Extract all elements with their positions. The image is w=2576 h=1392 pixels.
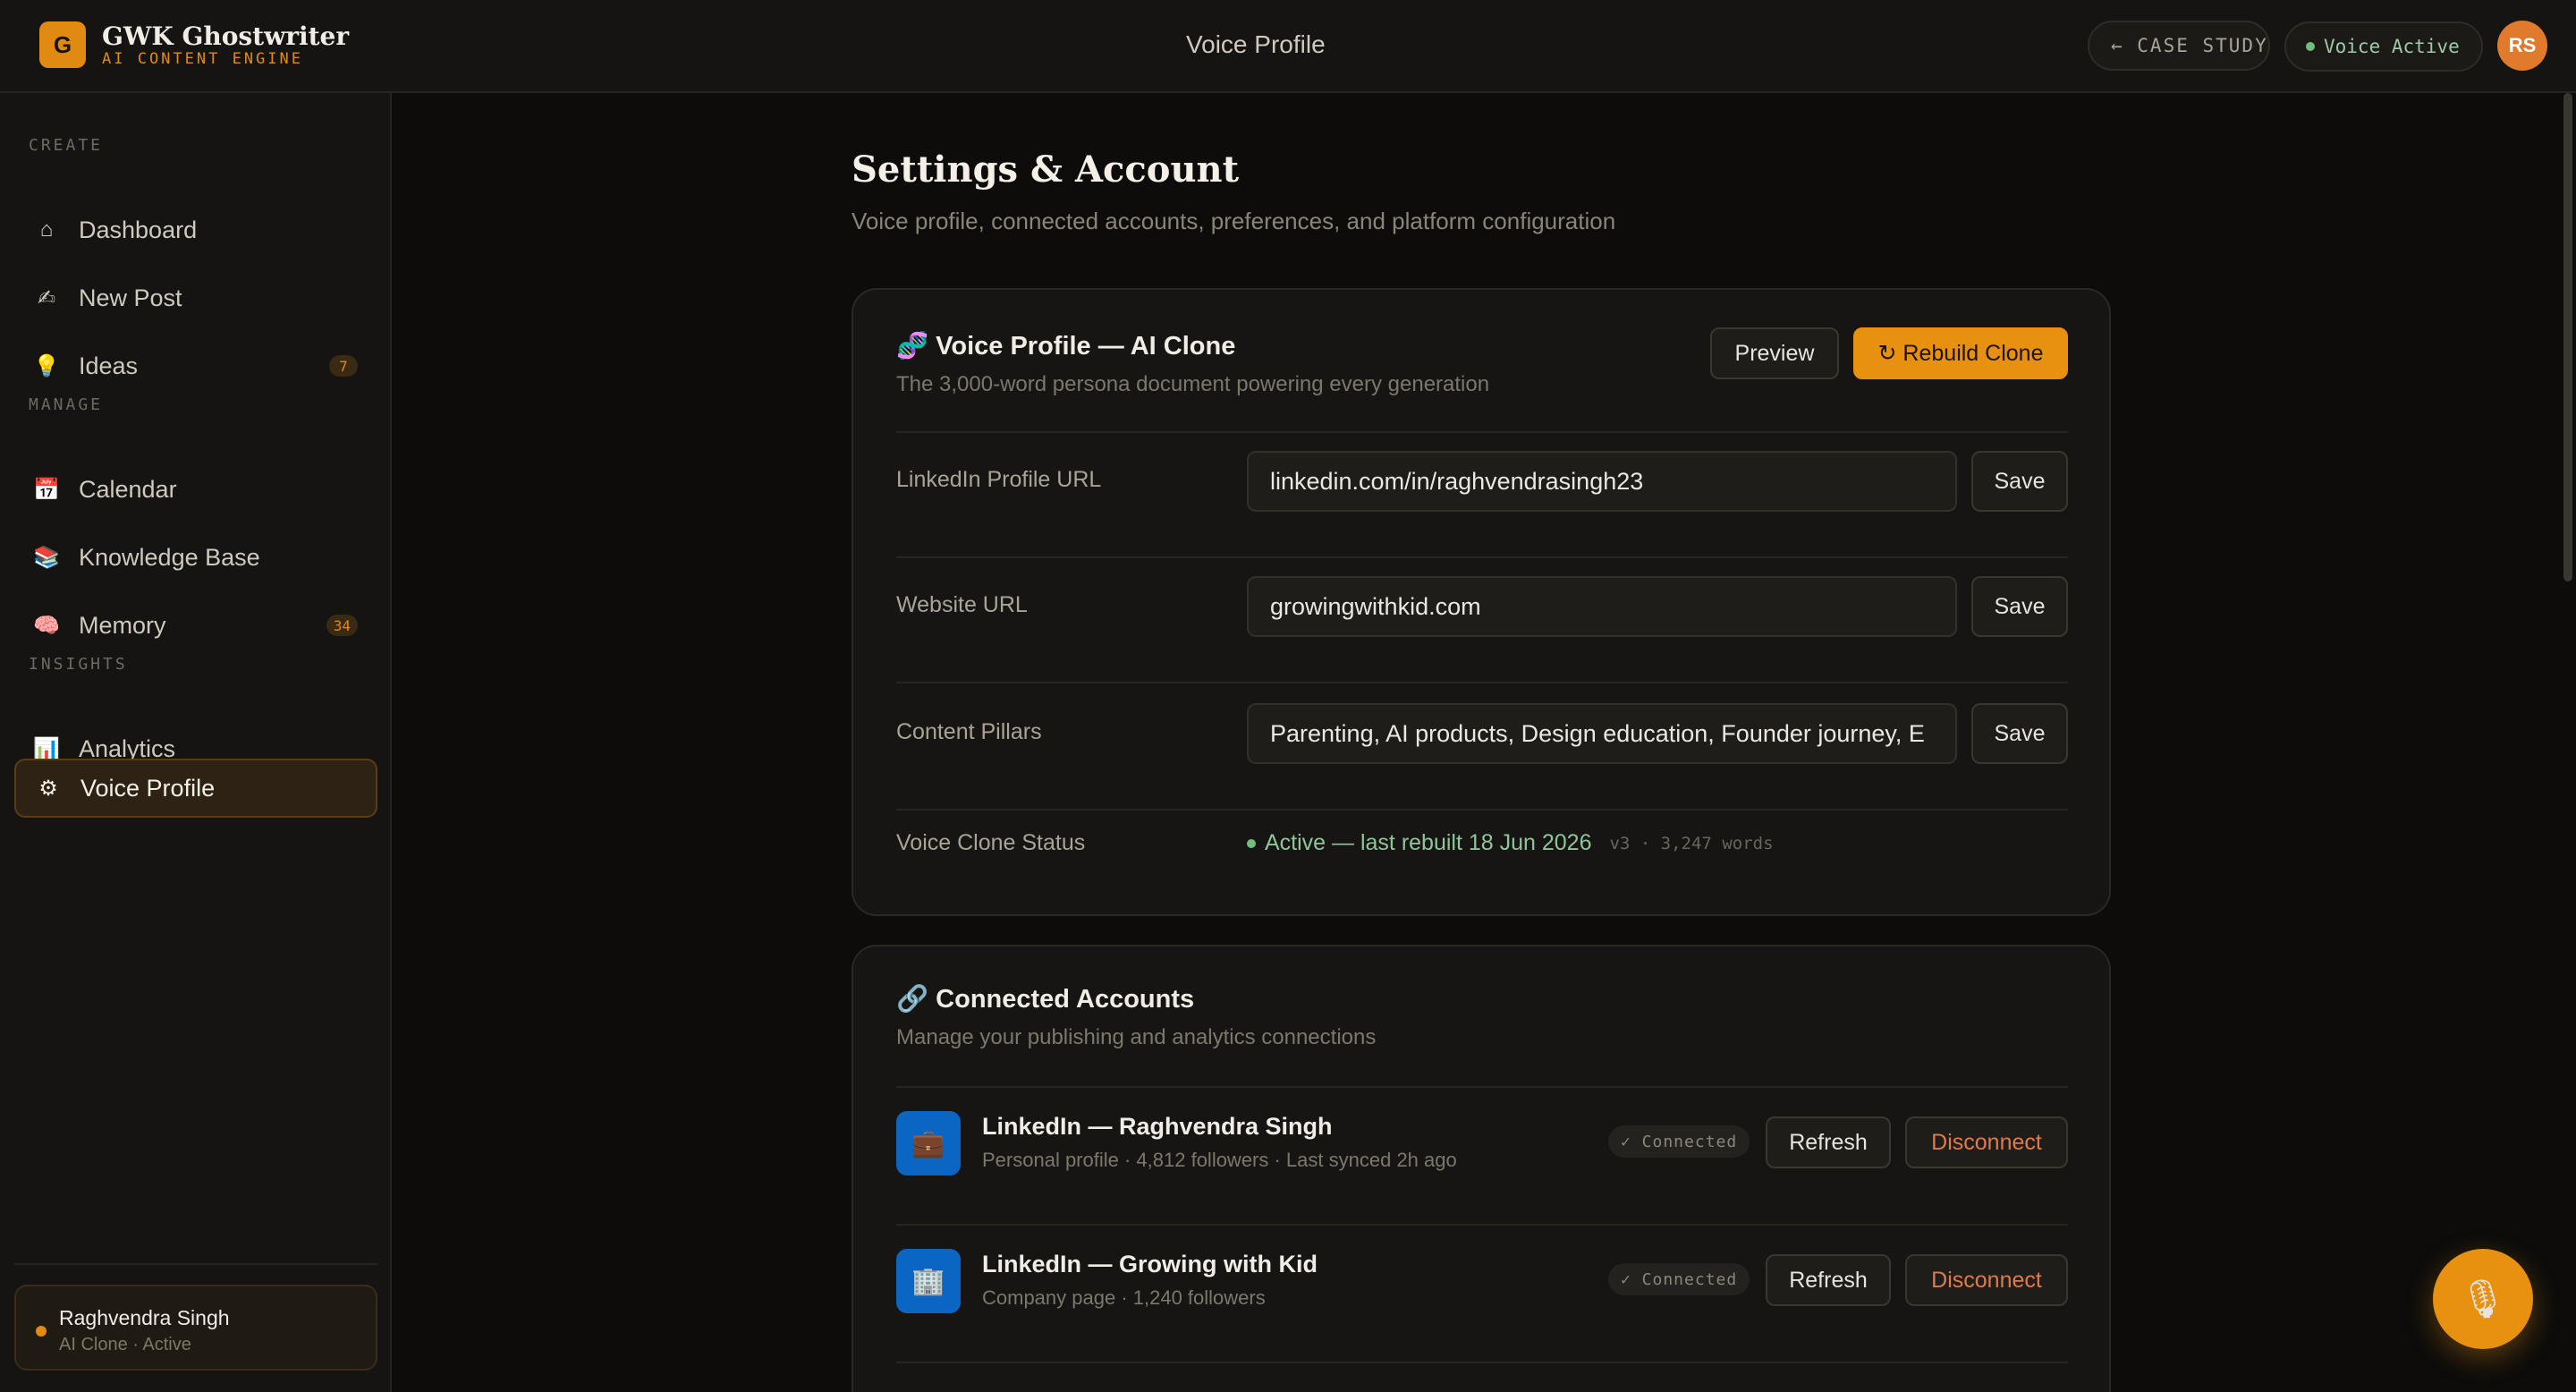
account-meta: Personal profile · 4,812 followers · Las… xyxy=(982,1149,1457,1171)
account-meta: Company page · 1,240 followers xyxy=(982,1286,1266,1309)
page-title: Settings & Account xyxy=(852,149,1240,191)
connected-accounts-card: 🔗 Connected Accounts Manage your publish… xyxy=(852,945,2111,1392)
link-icon: 🔗 xyxy=(896,985,929,1014)
page-header-title: Voice Profile xyxy=(1186,30,1326,58)
sidebar-item-new-post[interactable]: ✍ New Post xyxy=(14,268,377,327)
microphone-icon: 🎙 xyxy=(2459,1277,2507,1320)
case-study-button[interactable]: ← CASE STUDY xyxy=(2088,21,2270,71)
user-card[interactable]: Raghvendra Singh AI Clone · Active xyxy=(14,1285,377,1371)
section-label-manage: MANAGE xyxy=(29,395,104,414)
rebuild-clone-button[interactable]: ↻ Rebuild Clone xyxy=(1853,327,2068,379)
card-title: 🔗 Connected Accounts xyxy=(896,984,1194,1014)
writing-hand-icon: ✍ xyxy=(37,285,56,310)
voice-profile-card: 🧬 Voice Profile — AI Clone The 3,000-wor… xyxy=(852,288,2111,916)
user-status: AI Clone · Active xyxy=(59,1335,191,1354)
sidebar-item-knowledge-base[interactable]: 📚 Knowledge Base xyxy=(14,528,377,587)
sidebar-item-dashboard[interactable]: ⌂ Dashboard xyxy=(14,200,377,259)
card-subtitle: Manage your publishing and analytics con… xyxy=(896,1025,1377,1049)
dna-icon: 🧬 xyxy=(896,332,929,361)
website-url-field[interactable]: growingwithkid.com xyxy=(1247,576,1957,637)
preview-button[interactable]: Preview xyxy=(1710,327,1839,379)
connected-badge: ✓ Connected xyxy=(1608,1263,1750,1295)
sidebar-item-voice-profile[interactable]: ⚙ Voice Profile xyxy=(14,759,377,818)
accounts-card-title: Connected Accounts xyxy=(936,985,1195,1014)
save-content-pillars-button[interactable]: Save xyxy=(1971,703,2068,764)
building-icon: 🏢 xyxy=(896,1249,961,1313)
app-name: GWK Ghostwriter xyxy=(102,21,350,51)
divider xyxy=(14,1263,377,1265)
sidebar-item-label: Voice Profile xyxy=(80,774,216,802)
refresh-button[interactable]: Refresh xyxy=(1766,1254,1891,1306)
content-pillars-label: Content Pillars xyxy=(896,719,1042,744)
gear-icon: ⚙ xyxy=(38,776,58,801)
status-dot-icon xyxy=(2306,42,2315,51)
connected-badge: ✓ Connected xyxy=(1608,1125,1750,1158)
voice-card-title: Voice Profile — AI Clone xyxy=(936,332,1236,361)
count-badge: 7 xyxy=(329,355,358,377)
status-dot-icon xyxy=(36,1326,47,1337)
sidebar-item-label: Memory xyxy=(79,611,166,639)
divider xyxy=(896,1086,2068,1088)
app-logo[interactable]: G xyxy=(39,21,86,68)
voice-active-label: Voice Active xyxy=(2324,36,2460,57)
divider xyxy=(896,809,2068,811)
save-linkedin-url-button[interactable]: Save xyxy=(1971,451,2068,512)
voice-clone-status: Active — last rebuilt 18 Jun 2026 v3 · 3… xyxy=(1247,830,1774,856)
card-title: 🧬 Voice Profile — AI Clone xyxy=(896,331,1235,361)
avatar[interactable]: RS xyxy=(2497,21,2547,71)
app-tagline: AI CONTENT ENGINE xyxy=(102,50,303,68)
sidebar-item-ideas[interactable]: 💡 Ideas 7 xyxy=(14,336,377,395)
account-name: LinkedIn — Growing with Kid xyxy=(982,1251,1318,1277)
books-icon: 📚 xyxy=(33,545,60,570)
sidebar-item-label: New Post xyxy=(79,284,182,311)
sidebar-item-label: Dashboard xyxy=(79,216,198,243)
content-pillars-field[interactable]: Parenting, AI products, Design education… xyxy=(1247,703,1957,764)
divider xyxy=(896,1224,2068,1226)
sidebar-item-label: Ideas xyxy=(79,352,139,379)
page-subtitle: Voice profile, connected accounts, prefe… xyxy=(852,208,1616,234)
sidebar: CREATE ⌂ Dashboard ✍ New Post 💡 Ideas 7 … xyxy=(0,93,392,1392)
calendar-icon: 📅 xyxy=(33,477,60,502)
sidebar-item-label: Knowledge Base xyxy=(79,543,260,571)
voice-clone-status-label: Voice Clone Status xyxy=(896,830,1086,855)
linkedin-url-label: LinkedIn Profile URL xyxy=(896,467,1102,492)
voice-active-badge: Voice Active xyxy=(2284,21,2483,72)
brain-icon: 🧠 xyxy=(33,613,60,638)
disconnect-button[interactable]: Disconnect xyxy=(1905,1254,2068,1306)
top-bar: G GWK Ghostwriter AI CONTENT ENGINE Voic… xyxy=(0,0,2576,93)
lightbulb-icon: 💡 xyxy=(33,353,60,378)
divider xyxy=(896,431,2068,433)
divider xyxy=(896,682,2068,683)
divider xyxy=(896,556,2068,558)
user-name: Raghvendra Singh xyxy=(59,1306,230,1329)
card-subtitle: The 3,000-word persona document powering… xyxy=(896,372,1490,396)
count-badge: 34 xyxy=(326,615,358,636)
status-meta: v3 · 3,247 words xyxy=(1609,833,1774,853)
section-label-insights: INSIGHTS xyxy=(29,655,128,674)
refresh-button[interactable]: Refresh xyxy=(1766,1116,1891,1168)
section-label-create: CREATE xyxy=(29,136,104,155)
scrollbar[interactable] xyxy=(2563,93,2572,581)
voice-input-button[interactable]: 🎙 xyxy=(2433,1249,2533,1349)
status-text: Active — last rebuilt 18 Jun 2026 xyxy=(1265,830,1592,855)
website-url-label: Website URL xyxy=(896,592,1028,617)
account-name: LinkedIn — Raghvendra Singh xyxy=(982,1113,1333,1140)
disconnect-button[interactable]: Disconnect xyxy=(1905,1116,2068,1168)
sidebar-item-label: Calendar xyxy=(79,475,177,503)
divider xyxy=(896,1362,2068,1363)
sidebar-item-memory[interactable]: 🧠 Memory 34 xyxy=(14,596,377,655)
home-icon: ⌂ xyxy=(39,217,54,242)
linkedin-url-field[interactable]: linkedin.com/in/raghvendrasingh23 xyxy=(1247,451,1957,512)
status-dot-icon xyxy=(1247,838,1256,848)
briefcase-icon: 💼 xyxy=(896,1111,961,1176)
save-website-url-button[interactable]: Save xyxy=(1971,576,2068,637)
sidebar-item-calendar[interactable]: 📅 Calendar xyxy=(14,460,377,519)
